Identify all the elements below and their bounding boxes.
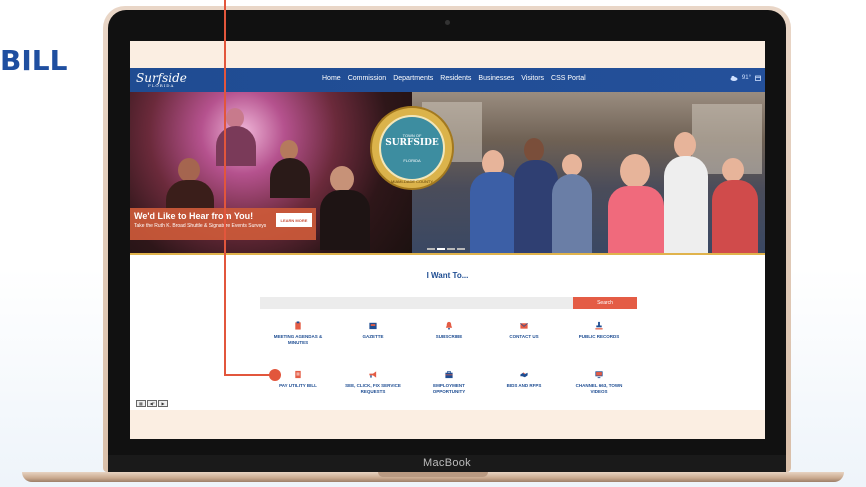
cloud-icon <box>730 75 738 81</box>
weather-temp: 91° <box>741 75 751 81</box>
seal-state-text: FLORIDA <box>403 158 421 163</box>
quick-link-employment[interactable]: EMPLOYMENT OPPORTUNITY <box>419 370 479 395</box>
nav-departments[interactable]: Departments <box>393 75 433 82</box>
camera-icon <box>445 20 450 25</box>
seal-county-text: MIAMI-DADE COUNTY <box>391 179 433 184</box>
quick-link-label: CONTACT US <box>509 334 539 339</box>
nav-home[interactable]: Home <box>322 75 341 82</box>
site-logo[interactable]: Surfside FLORIDA <box>136 71 187 88</box>
media-controls: ▦ ◀⁰ ▶ <box>136 400 168 407</box>
quick-link-gazette[interactable]: GAZETTE <box>343 321 403 340</box>
promo-title: We'd Like to Hear from You! <box>134 211 254 221</box>
quick-link-label: MEETING AGENDAS & MINUTES <box>273 334 323 345</box>
slider-dot[interactable] <box>457 248 465 250</box>
quick-link-channel-663[interactable]: CHANNEL 663, TOWN VIDEOS <box>569 370 629 395</box>
play-icon[interactable]: ▶ <box>158 400 168 407</box>
slider-dots <box>427 248 465 250</box>
nav-residents[interactable]: Residents <box>440 75 471 82</box>
quick-link-meeting-agendas[interactable]: MEETING AGENDAS & MINUTES <box>268 321 328 346</box>
nav-businesses[interactable]: Businesses <box>478 75 514 82</box>
quick-link-label: BIDS AND RFPS <box>506 383 542 388</box>
search-button[interactable]: Search <box>573 297 637 309</box>
promo-subtitle: Take the Ruth K. Broad Shuttle & Signatu… <box>134 223 267 229</box>
slider-dot[interactable] <box>427 248 435 250</box>
slider-dot-active[interactable] <box>437 248 445 250</box>
nav-visitors[interactable]: Visitors <box>521 75 544 82</box>
quick-link-contact-us[interactable]: CONTACT US <box>494 321 554 340</box>
bill-icon <box>295 370 301 379</box>
quick-link-label: CHANNEL 663, TOWN VIDEOS <box>575 383 623 394</box>
envelope-icon <box>520 322 528 329</box>
grid-icon[interactable]: ▦ <box>136 400 146 407</box>
quick-link-label: SEE, CLICK, FIX SERVICE REQUESTS <box>345 383 401 394</box>
hero-photo-bus <box>412 92 765 253</box>
weather-widget[interactable]: 91° <box>730 75 761 81</box>
learn-more-button[interactable]: LEARN MORE <box>276 213 312 227</box>
laptop-notch <box>378 472 488 477</box>
nav-css-portal[interactable]: CSS Portal <box>551 75 586 82</box>
briefcase-icon <box>445 370 453 379</box>
hero-promo-banner: We'd Like to Hear from You! Take the Rut… <box>130 208 316 240</box>
main-nav: Home Commission Departments Residents Bu… <box>322 75 586 82</box>
calendar-icon[interactable] <box>755 75 761 81</box>
quick-link-label: PUBLIC RECORDS <box>578 334 620 339</box>
clipboard-icon <box>295 321 301 330</box>
laptop-label: MacBook <box>423 457 471 469</box>
nav-commission[interactable]: Commission <box>348 75 387 82</box>
quick-link-see-click-fix[interactable]: SEE, CLICK, FIX SERVICE REQUESTS <box>343 370 403 395</box>
quick-link-label: GAZETTE <box>362 334 384 339</box>
seal-name-text: SURFSIDE <box>385 138 439 148</box>
quick-link-public-records[interactable]: PUBLIC RECORDS <box>569 321 629 340</box>
monitor-icon <box>595 371 603 379</box>
laptop-chin: MacBook <box>108 455 786 472</box>
quick-link-bids-rfps[interactable]: BIDS AND RFPS <box>494 370 554 389</box>
slider-dot[interactable] <box>447 248 455 250</box>
footer-band <box>130 410 765 439</box>
newspaper-icon <box>369 322 377 330</box>
audio-icon[interactable]: ◀⁰ <box>146 400 158 407</box>
handshake-icon <box>520 372 528 378</box>
annotation-line <box>224 0 226 376</box>
quick-link-subscribe[interactable]: SUBSCRIBE <box>419 321 479 340</box>
quick-link-label: PAY UTILITY BILL <box>279 383 317 388</box>
town-seal: TOWN OF SURFSIDE FLORIDA MIAMI-DADE COUN… <box>370 106 454 190</box>
quick-link-label: EMPLOYMENT OPPORTUNITY <box>432 383 466 394</box>
search-input[interactable] <box>260 297 573 309</box>
annotation-marker <box>269 369 281 381</box>
stamp-icon <box>595 321 603 330</box>
quick-link-label: SUBSCRIBE <box>435 334 463 339</box>
bell-icon <box>445 321 453 330</box>
annotation-line <box>224 374 275 376</box>
brand-text: BILL <box>0 44 68 77</box>
megaphone-icon <box>369 371 377 378</box>
